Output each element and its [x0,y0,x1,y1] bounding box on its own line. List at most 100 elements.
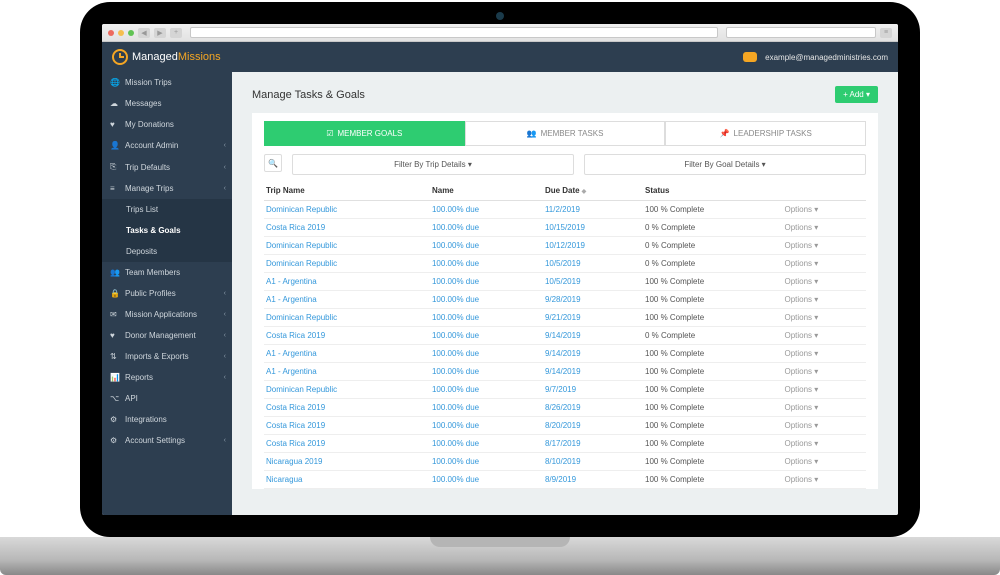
trip-link[interactable]: A1 - Argentina [266,295,317,304]
sidebar-item[interactable]: ⎘Trip Defaults‹ [102,156,232,178]
col-trip[interactable]: Trip Name [264,181,430,201]
name-cell[interactable]: 100.00% due [430,363,543,381]
sidebar-item[interactable]: ♥My Donations [102,114,232,135]
chat-icon[interactable] [743,52,757,62]
options-button[interactable]: Options ▾ [782,381,866,399]
trip-link[interactable]: Dominican Republic [266,385,337,394]
due-cell[interactable]: 9/21/2019 [543,309,643,327]
options-button[interactable]: Options ▾ [782,273,866,291]
close-window-icon[interactable] [108,30,114,36]
trip-link[interactable]: A1 - Argentina [266,277,317,286]
sidebar-item[interactable]: 👤Account Admin‹ [102,135,232,156]
sidebar-item[interactable]: ⚙Integrations [102,409,232,430]
due-cell[interactable]: 9/14/2019 [543,327,643,345]
options-button[interactable]: Options ▾ [782,399,866,417]
sidebar-item[interactable]: ♥Donor Management‹ [102,325,232,346]
options-button[interactable]: Options ▾ [782,363,866,381]
trip-link[interactable]: Dominican Republic [266,205,337,214]
options-button[interactable]: Options ▾ [782,237,866,255]
due-cell[interactable]: 9/14/2019 [543,363,643,381]
browser-menu-button[interactable]: ≡ [880,28,892,38]
due-cell[interactable]: 8/20/2019 [543,417,643,435]
sidebar-item[interactable]: ✉Mission Applications‹ [102,304,232,325]
tab[interactable]: ☑MEMBER GOALS [264,121,465,146]
due-cell[interactable]: 9/7/2019 [543,381,643,399]
sidebar-item[interactable]: 🔒Public Profiles‹ [102,283,232,304]
due-cell[interactable]: 10/15/2019 [543,219,643,237]
due-cell[interactable]: 8/9/2019 [543,471,643,489]
name-cell[interactable]: 100.00% due [430,345,543,363]
sidebar-item[interactable]: 🌐Mission Trips [102,72,232,93]
options-button[interactable]: Options ▾ [782,345,866,363]
sidebar-item[interactable]: ⚙Account Settings‹ [102,430,232,451]
due-cell[interactable]: 9/14/2019 [543,345,643,363]
name-cell[interactable]: 100.00% due [430,417,543,435]
browser-forward-button[interactable]: ▶ [154,28,166,38]
browser-add-button[interactable]: + [170,28,182,38]
name-cell[interactable]: 100.00% due [430,201,543,219]
sidebar-item[interactable]: ≡Manage Trips‹ [102,178,232,199]
sidebar-item[interactable]: ⌥API [102,388,232,409]
browser-search[interactable] [726,27,876,38]
add-button[interactable]: + Add ▾ [835,86,878,103]
sidebar-item[interactable]: 👥Team Members [102,262,232,283]
name-cell[interactable]: 100.00% due [430,237,543,255]
options-button[interactable]: Options ▾ [782,291,866,309]
trip-link[interactable]: Costa Rica 2019 [266,223,325,232]
trip-link[interactable]: A1 - Argentina [266,367,317,376]
name-cell[interactable]: 100.00% due [430,255,543,273]
tab[interactable]: 📌LEADERSHIP TASKS [665,121,866,146]
options-button[interactable]: Options ▾ [782,309,866,327]
due-cell[interactable]: 10/5/2019 [543,273,643,291]
tab[interactable]: 👥MEMBER TASKS [465,121,666,146]
sidebar-item[interactable]: ⇅Imports & Exports‹ [102,346,232,367]
sidebar-item[interactable]: 📊Reports‹ [102,367,232,388]
name-cell[interactable]: 100.00% due [430,399,543,417]
sidebar-item[interactable]: Tasks & Goals [102,220,232,241]
app-logo[interactable]: ManagedMissions [112,49,221,65]
name-cell[interactable]: 100.00% due [430,219,543,237]
due-cell[interactable]: 11/2/2019 [543,201,643,219]
due-cell[interactable]: 8/10/2019 [543,453,643,471]
col-status[interactable]: Status [643,181,782,201]
name-cell[interactable]: 100.00% due [430,453,543,471]
maximize-window-icon[interactable] [128,30,134,36]
trip-link[interactable]: Dominican Republic [266,313,337,322]
due-cell[interactable]: 8/17/2019 [543,435,643,453]
address-bar[interactable] [190,27,718,38]
trip-link[interactable]: Dominican Republic [266,259,337,268]
name-cell[interactable]: 100.00% due [430,471,543,489]
name-cell[interactable]: 100.00% due [430,291,543,309]
trip-link[interactable]: Nicaragua 2019 [266,457,322,466]
col-name[interactable]: Name [430,181,543,201]
name-cell[interactable]: 100.00% due [430,435,543,453]
name-cell[interactable]: 100.00% due [430,381,543,399]
trip-link[interactable]: A1 - Argentina [266,349,317,358]
sidebar-item[interactable]: ☁Messages [102,93,232,114]
sidebar-item[interactable]: Trips List [102,199,232,220]
due-cell[interactable]: 9/28/2019 [543,291,643,309]
options-button[interactable]: Options ▾ [782,201,866,219]
trip-link[interactable]: Costa Rica 2019 [266,439,325,448]
minimize-window-icon[interactable] [118,30,124,36]
trip-link[interactable]: Costa Rica 2019 [266,421,325,430]
search-filter-button[interactable]: 🔍 [264,154,282,172]
trip-link[interactable]: Costa Rica 2019 [266,331,325,340]
options-button[interactable]: Options ▾ [782,255,866,273]
name-cell[interactable]: 100.00% due [430,309,543,327]
name-cell[interactable]: 100.00% due [430,273,543,291]
options-button[interactable]: Options ▾ [782,417,866,435]
due-cell[interactable]: 10/5/2019 [543,255,643,273]
name-cell[interactable]: 100.00% due [430,327,543,345]
trip-link[interactable]: Costa Rica 2019 [266,403,325,412]
sidebar-item[interactable]: Deposits [102,241,232,262]
due-cell[interactable]: 10/12/2019 [543,237,643,255]
col-due[interactable]: Due Date◆ [543,181,643,201]
options-button[interactable]: Options ▾ [782,327,866,345]
browser-back-button[interactable]: ◀ [138,28,150,38]
user-email[interactable]: example@managedministries.com [765,53,888,62]
filter-goal-details[interactable]: Filter By Goal Details ▾ [584,154,866,175]
trip-link[interactable]: Dominican Republic [266,241,337,250]
options-button[interactable]: Options ▾ [782,219,866,237]
filter-trip-details[interactable]: Filter By Trip Details ▾ [292,154,574,175]
